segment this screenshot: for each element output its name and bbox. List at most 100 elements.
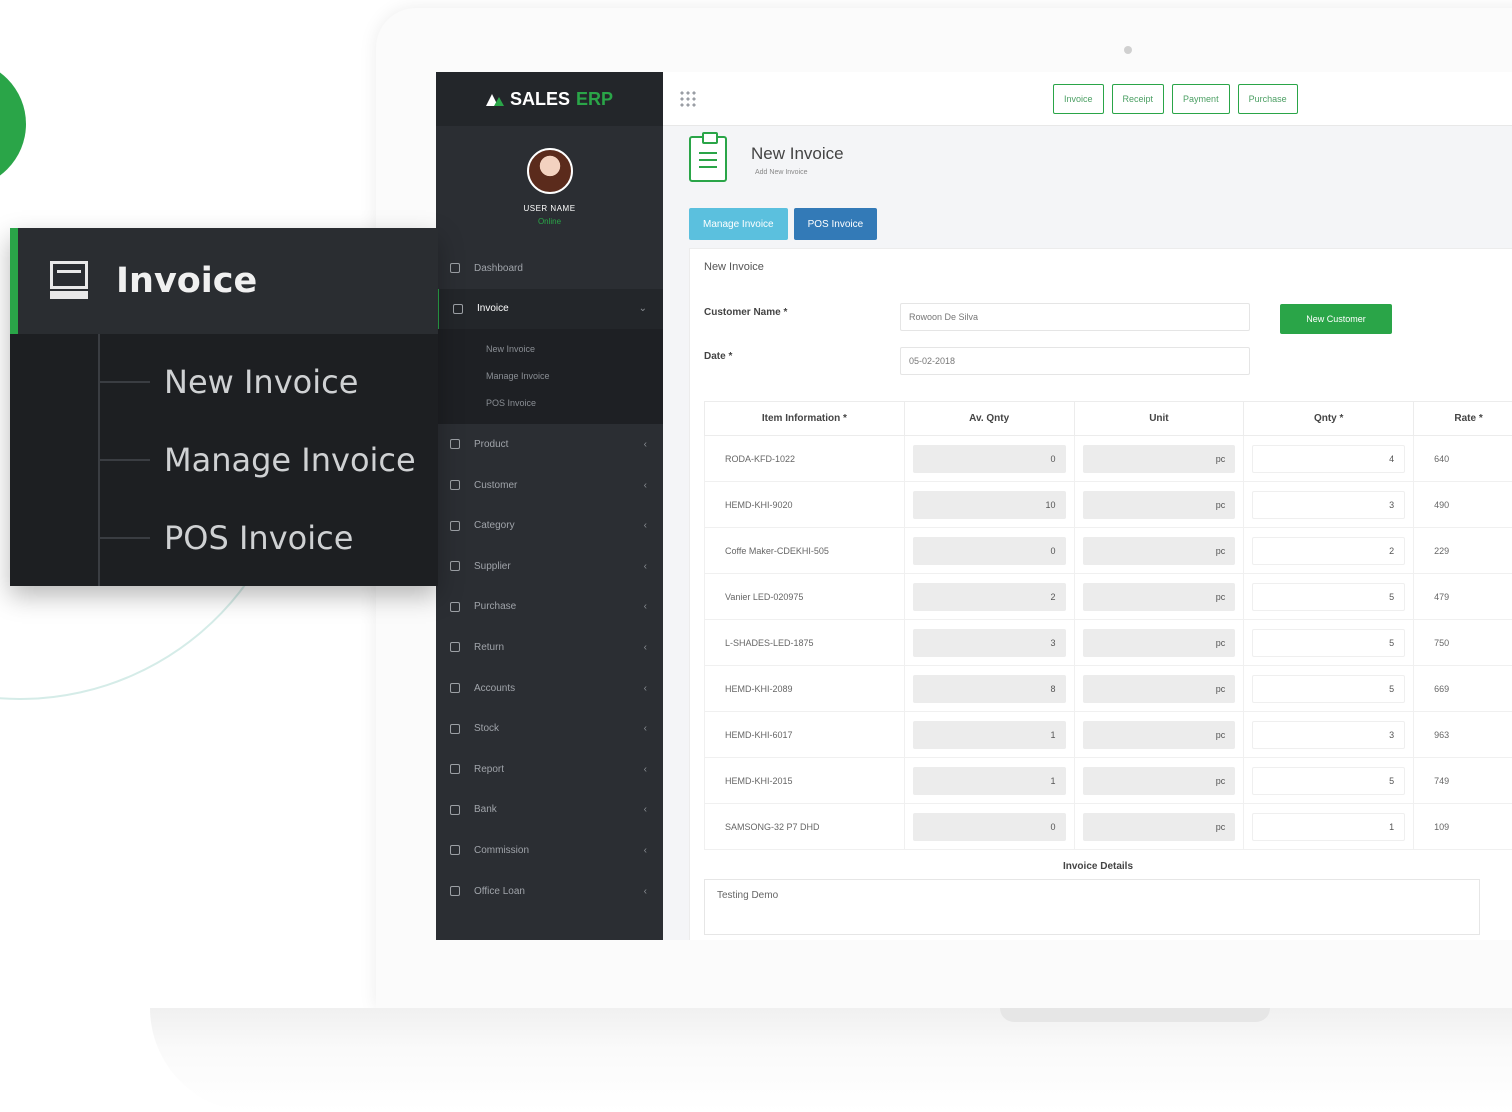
item-field[interactable]: Coffe Maker-CDEKHI-505	[713, 546, 896, 556]
table-row: HEMD-KHI-2089 8 pc 5 669	[704, 665, 1512, 712]
invoice-tabs: Manage Invoice POS Invoice	[689, 208, 878, 240]
main-content: Invoice Receipt Payment Purchase New Inv…	[663, 72, 1512, 940]
sidebar-item-commission[interactable]: Commission ‹	[436, 830, 663, 871]
user-profile: USER NAME Online	[436, 126, 663, 248]
item-field[interactable]: RODA-KFD-1022	[713, 454, 896, 464]
table-cell: 0	[903, 803, 1075, 850]
profile-name: USER NAME	[523, 204, 576, 213]
rate-field[interactable]: 669	[1422, 684, 1512, 694]
callout-item-pos-invoice[interactable]: POS Invoice	[98, 518, 353, 558]
table-cell: HEMD-KHI-2089	[704, 665, 905, 712]
rate-field[interactable]: 490	[1422, 500, 1512, 510]
chevron-icon: ‹	[643, 682, 647, 694]
sidebar-item-label: Category	[474, 520, 515, 532]
qty-input[interactable]: 5	[1252, 628, 1406, 657]
chevron-icon: ‹	[643, 804, 647, 816]
items-table: Item Information * Av. Qnty Unit Qnty * Rate…	[704, 401, 1512, 850]
avatar[interactable]	[526, 148, 573, 194]
sidebar-item-accounts[interactable]: Accounts ‹	[436, 668, 663, 709]
new-customer-button[interactable]: New Customer	[1280, 304, 1392, 334]
submenu-item[interactable]: New Invoice	[436, 335, 663, 362]
chevron-icon: ‹	[643, 763, 647, 775]
table-cell: 229	[1413, 527, 1512, 574]
item-field[interactable]: HEMD-KHI-2015	[713, 776, 896, 786]
sidebar-item-label: Bank	[474, 804, 497, 816]
sidebar-item-supplier[interactable]: Supplier ‹	[436, 546, 663, 587]
qty-input[interactable]: 5	[1252, 766, 1406, 795]
table-cell: pc	[1073, 619, 1245, 666]
item-field[interactable]: HEMD-KHI-9020	[713, 500, 896, 510]
submenu-item[interactable]: Manage Invoice	[436, 362, 663, 389]
rate-field[interactable]: 479	[1422, 592, 1512, 602]
rate-field[interactable]: 109	[1422, 822, 1512, 832]
column-header: Qnty *	[1243, 401, 1415, 436]
manage-invoice-button[interactable]: Manage Invoice	[689, 208, 788, 240]
table-cell: 8	[903, 665, 1075, 712]
apps-grid-icon[interactable]	[679, 90, 697, 108]
tree-branch	[98, 537, 150, 539]
item-field[interactable]: HEMD-KHI-6017	[713, 730, 896, 740]
item-field[interactable]: Vanier LED-020975	[713, 592, 896, 602]
quick-payment-button[interactable]: Payment	[1172, 84, 1230, 114]
customer-name-label: Customer Name *	[704, 307, 788, 318]
quick-receipt-button[interactable]: Receipt	[1111, 84, 1165, 114]
sidebar-item-bank[interactable]: Bank ‹	[436, 790, 663, 831]
qty-input[interactable]: 5	[1252, 582, 1406, 611]
rate-field[interactable]: 229	[1422, 546, 1512, 556]
chevron-icon: ⌄	[638, 303, 647, 315]
invoice-icon	[453, 303, 463, 314]
sidebar-item-purchase[interactable]: Purchase ‹	[436, 587, 663, 628]
sidebar-item-category[interactable]: Category ‹	[436, 505, 663, 546]
table-cell: 0	[903, 435, 1075, 482]
table-cell: 1	[903, 757, 1075, 804]
rate-field[interactable]: 749	[1422, 776, 1512, 786]
brand-logo[interactable]: SALES ERP	[436, 72, 663, 126]
sidebar-item-stock[interactable]: Stock ‹	[436, 708, 663, 749]
table-cell: pc	[1073, 711, 1245, 758]
quick-invoice-button[interactable]: Invoice	[1053, 84, 1104, 114]
sidebar-item-report[interactable]: Report ‹	[436, 749, 663, 790]
sidebar-item-return[interactable]: Return ‹	[436, 627, 663, 668]
item-field[interactable]: SAMSONG-32 P7 DHD	[713, 822, 896, 832]
table-row: HEMD-KHI-6017 1 pc 3 963	[704, 711, 1512, 758]
pos-invoice-button[interactable]: POS Invoice	[793, 208, 878, 240]
unit-field: pc	[1082, 812, 1236, 841]
qty-input[interactable]: 4	[1252, 444, 1406, 473]
callout-header[interactable]: Invoice	[10, 228, 438, 334]
unit-field: pc	[1082, 582, 1236, 611]
column-header: Av. Qnty	[903, 401, 1075, 436]
sidebar-item-dashboard[interactable]: Dashboard	[436, 248, 663, 289]
sidebar-item-office-loan[interactable]: Office Loan ‹	[436, 871, 663, 912]
sidebar-item-customer[interactable]: Customer ‹	[436, 465, 663, 506]
sidebar-item-invoice[interactable]: Invoice ⌄	[436, 288, 663, 330]
callout-item-manage-invoice[interactable]: Manage Invoice	[98, 440, 416, 480]
qty-input[interactable]: 1	[1252, 812, 1406, 841]
callout-item-new-invoice[interactable]: New Invoice	[98, 362, 358, 402]
table-body: RODA-KFD-1022 0 pc 4 640 HEMD-KHI-9020 10 pc 3 49…	[704, 435, 1512, 850]
category-icon	[450, 520, 460, 531]
rate-field[interactable]: 640	[1422, 454, 1512, 464]
rate-field[interactable]: 750	[1422, 638, 1512, 648]
item-field[interactable]: L-SHADES-LED-1875	[713, 638, 896, 648]
table-cell: 669	[1413, 665, 1512, 712]
qty-input[interactable]: 2	[1252, 536, 1406, 565]
sidebar-item-label: Customer	[474, 479, 518, 491]
customer-name-input[interactable]: Rowoon De Silva	[900, 303, 1250, 331]
return-icon	[450, 642, 460, 653]
sidebar-item-product[interactable]: Product ‹	[436, 424, 663, 465]
table-cell: SAMSONG-32 P7 DHD	[704, 803, 905, 850]
item-field[interactable]: HEMD-KHI-2089	[713, 684, 896, 694]
page-title: New Invoice	[751, 144, 844, 163]
invoice-details-textarea[interactable]: Testing Demo	[704, 879, 1480, 935]
qty-input[interactable]: 3	[1252, 720, 1406, 749]
quick-purchase-button[interactable]: Purchase	[1237, 84, 1298, 114]
rate-field[interactable]: 963	[1422, 730, 1512, 740]
date-input[interactable]: 05-02-2018	[900, 347, 1250, 375]
qty-input[interactable]: 5	[1252, 674, 1406, 703]
supplier-icon	[450, 561, 460, 572]
qty-input[interactable]: 3	[1252, 490, 1406, 519]
chevron-icon: ‹	[643, 438, 647, 450]
brand-suffix: ERP	[576, 88, 614, 109]
table-row: Vanier LED-020975 2 pc 5 479	[704, 573, 1512, 620]
submenu-item[interactable]: POS Invoice	[436, 389, 663, 416]
